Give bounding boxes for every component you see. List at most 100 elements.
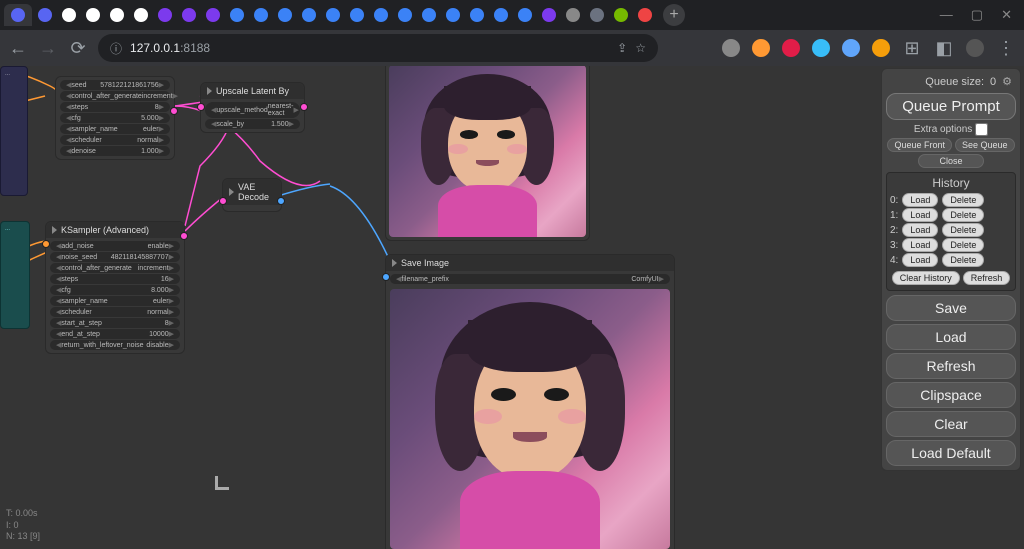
history-delete-button[interactable]: Delete	[942, 223, 984, 237]
history-load-button[interactable]: Load	[902, 208, 938, 222]
new-tab-button[interactable]: +	[663, 4, 685, 26]
back-button[interactable]: ←	[8, 38, 28, 59]
collapse-icon[interactable]	[229, 188, 234, 196]
browser-tab-active[interactable]	[4, 4, 32, 26]
collapse-icon[interactable]	[392, 259, 397, 267]
queue-prompt-button[interactable]: Queue Prompt	[886, 93, 1016, 120]
browser-tab[interactable]	[57, 4, 80, 26]
browser-tab[interactable]	[393, 4, 416, 26]
extensions-icon[interactable]: ⊞	[902, 38, 922, 59]
browser-tab[interactable]	[129, 4, 152, 26]
browser-tab[interactable]	[201, 4, 224, 26]
menu-icon[interactable]: ⋮	[996, 38, 1016, 59]
minimize-button[interactable]: ―	[940, 7, 953, 23]
maximize-button[interactable]: ▢	[971, 7, 983, 23]
close-button[interactable]: Close	[918, 154, 983, 168]
forward-button[interactable]: →	[38, 38, 58, 59]
queue-front-button[interactable]: Queue Front	[887, 138, 952, 152]
profile-icon[interactable]	[966, 39, 984, 57]
gear-icon[interactable]: ⚙	[1002, 75, 1012, 88]
browser-tab[interactable]	[33, 4, 56, 26]
browser-tab[interactable]	[417, 4, 440, 26]
history-load-button[interactable]: Load	[902, 238, 938, 252]
param-row[interactable]: ◀upscale_methodnearest-exact▶	[205, 102, 300, 118]
param-row[interactable]: ◀control_after_generateincrement▶	[60, 91, 170, 101]
collapse-icon[interactable]	[52, 226, 57, 234]
extension-icon[interactable]	[872, 39, 890, 57]
param-row[interactable]: ◀steps16▶	[50, 274, 180, 284]
browser-tab[interactable]	[369, 4, 392, 26]
text-node[interactable]: ...	[0, 221, 30, 329]
browser-tab[interactable]	[537, 4, 560, 26]
star-icon[interactable]: ☆	[635, 41, 646, 55]
browser-tab[interactable]	[489, 4, 512, 26]
param-row[interactable]: ◀denoise1.000▶	[60, 146, 170, 156]
browser-tab[interactable]	[585, 4, 608, 26]
browser-tab[interactable]	[105, 4, 128, 26]
node-ksampler[interactable]: ◀seed578122121861756▶◀control_after_gene…	[55, 76, 175, 160]
node-save-image[interactable]: Save Image ◀filename_prefixComfyUI▶	[385, 254, 675, 549]
share-icon[interactable]: ⇪	[617, 41, 627, 55]
node-ksampler-advanced[interactable]: KSampler (Advanced) ◀add_noiseenable▶◀no…	[45, 221, 185, 354]
history-load-button[interactable]: Load	[902, 253, 938, 267]
browser-tab[interactable]	[321, 4, 344, 26]
param-row[interactable]: ◀end_at_step10000▶	[50, 329, 180, 339]
extension-icon[interactable]	[722, 39, 740, 57]
node-graph-canvas[interactable]: ... ... ◀seed578122121861756▶◀control_af…	[0, 66, 879, 549]
save-button[interactable]: Save	[886, 295, 1016, 321]
browser-tab[interactable]	[177, 4, 200, 26]
browser-tab[interactable]	[81, 4, 104, 26]
browser-tab[interactable]	[633, 4, 656, 26]
browser-tab[interactable]	[225, 4, 248, 26]
param-row[interactable]: ◀seed578122121861756▶	[60, 80, 170, 90]
browser-tab[interactable]	[345, 4, 368, 26]
extension-icon[interactable]	[782, 39, 800, 57]
refresh-button[interactable]: Refresh	[886, 353, 1016, 379]
site-info-icon[interactable]: ⓘ	[110, 40, 122, 57]
sidepanel-icon[interactable]: ◧	[934, 38, 954, 59]
param-row[interactable]: ◀sampler_nameeuler▶	[50, 296, 180, 306]
browser-tab[interactable]	[153, 4, 176, 26]
browser-tab[interactable]	[561, 4, 584, 26]
browser-tab[interactable]	[249, 4, 272, 26]
load-default-button[interactable]: Load Default	[886, 440, 1016, 466]
history-delete-button[interactable]: Delete	[942, 253, 984, 267]
param-row[interactable]: ◀return_with_leftover_noisedisable▶	[50, 340, 180, 350]
param-row[interactable]: ◀cfg5.000▶	[60, 113, 170, 123]
param-row[interactable]: ◀schedulernormal▶	[50, 307, 180, 317]
clipspace-button[interactable]: Clipspace	[886, 382, 1016, 408]
param-row[interactable]: ◀filename_prefixComfyUI▶	[390, 274, 670, 284]
history-delete-button[interactable]: Delete	[942, 238, 984, 252]
param-row[interactable]: ◀start_at_step8▶	[50, 318, 180, 328]
node-preview-image[interactable]	[385, 66, 590, 241]
clear-button[interactable]: Clear	[886, 411, 1016, 437]
reload-button[interactable]: ⟳	[68, 38, 88, 59]
refresh-history-button[interactable]: Refresh	[963, 271, 1011, 285]
text-node[interactable]: ...	[0, 66, 28, 196]
extension-icon[interactable]	[812, 39, 830, 57]
param-row[interactable]: ◀steps8▶	[60, 102, 170, 112]
history-load-button[interactable]: Load	[902, 193, 938, 207]
browser-tab[interactable]	[273, 4, 296, 26]
param-row[interactable]: ◀scale_by1.500▶	[205, 119, 300, 129]
param-row[interactable]: ◀cfg8.000▶	[50, 285, 180, 295]
history-load-button[interactable]: Load	[902, 223, 938, 237]
browser-tab[interactable]	[513, 4, 536, 26]
clear-history-button[interactable]: Clear History	[892, 271, 960, 285]
extension-icon[interactable]	[842, 39, 860, 57]
browser-tab[interactable]	[609, 4, 632, 26]
history-delete-button[interactable]: Delete	[942, 193, 984, 207]
param-row[interactable]: ◀schedulernormal▶	[60, 135, 170, 145]
node-vae-decode[interactable]: VAE Decode	[222, 178, 282, 212]
extra-options-checkbox[interactable]	[975, 123, 988, 136]
collapse-icon[interactable]	[207, 87, 212, 95]
param-row[interactable]: ◀control_after_generateincrement▶	[50, 263, 180, 273]
extension-icon[interactable]	[752, 39, 770, 57]
address-bar[interactable]: ⓘ 127.0.0.1:8188 ⇪ ☆	[98, 34, 658, 62]
param-row[interactable]: ◀add_noiseenable▶	[50, 241, 180, 251]
node-upscale-latent[interactable]: Upscale Latent By ◀upscale_methodnearest…	[200, 82, 305, 133]
history-delete-button[interactable]: Delete	[942, 208, 984, 222]
param-row[interactable]: ◀noise_seed482118145887707▶	[50, 252, 180, 262]
see-queue-button[interactable]: See Queue	[955, 138, 1015, 152]
browser-tab[interactable]	[465, 4, 488, 26]
